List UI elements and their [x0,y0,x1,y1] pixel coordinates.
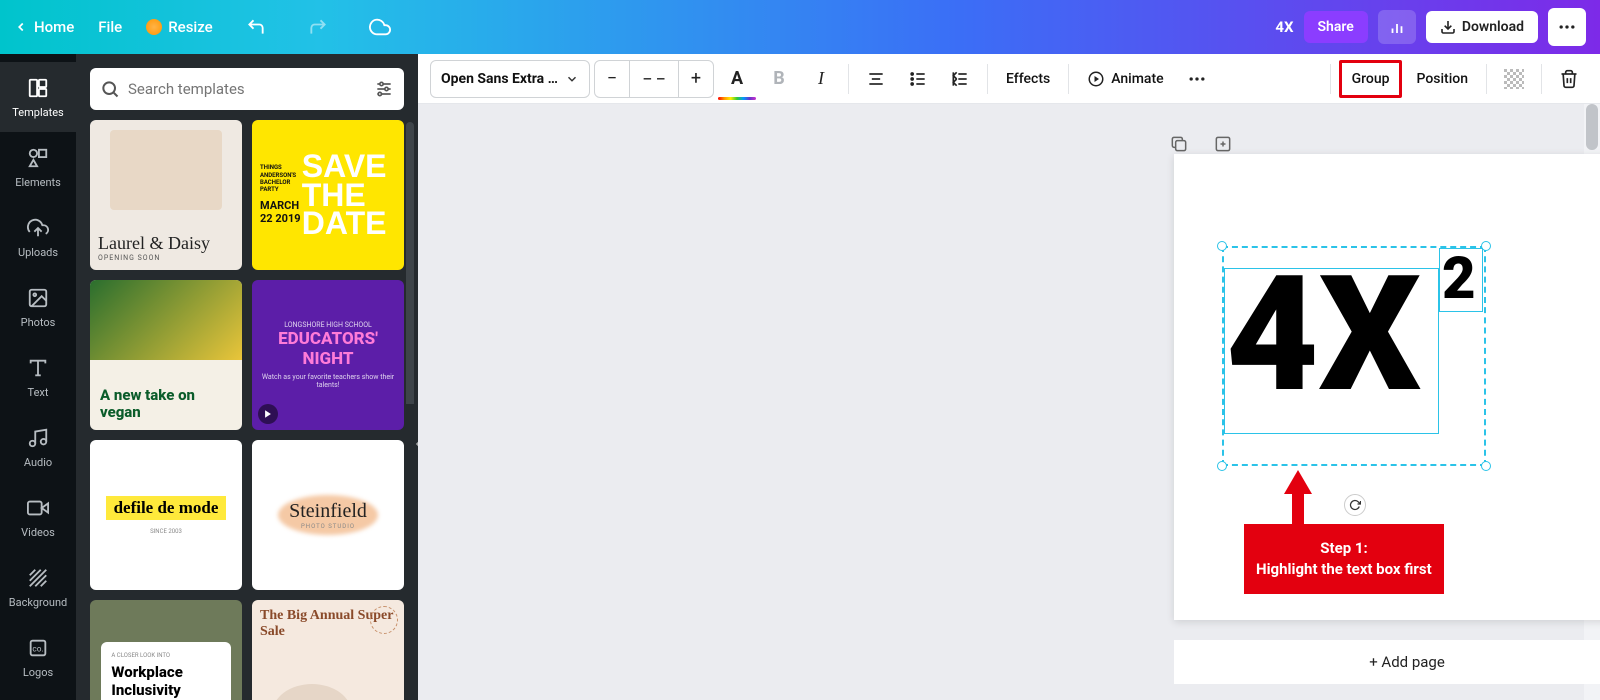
topbar-left: Home File Resize [14,8,399,46]
animate-icon [1087,70,1105,88]
templates-icon [26,76,50,100]
rail-photos[interactable]: Photos [0,272,76,342]
add-page-bar[interactable]: + Add page [1174,640,1600,684]
canvas-super-text[interactable]: 2 [1442,250,1476,308]
photos-icon [26,286,50,310]
sparkle-icon [146,19,162,35]
text-color-button[interactable]: A [718,60,756,98]
background-icon [26,566,50,590]
scrollbar-thumb[interactable] [1586,104,1598,150]
more-menu-button[interactable] [1548,8,1586,46]
list-button[interactable] [899,60,937,98]
text-icon [26,356,50,380]
panel-scrollbar[interactable] [406,122,414,422]
template-card[interactable]: A CLOSER LOOK INTO Workplace Inclusivity [90,600,242,700]
top-bar: Home File Resize 4X Share Download [0,0,1600,54]
download-icon [1440,19,1456,35]
spacing-button[interactable] [941,60,979,98]
delete-button[interactable] [1550,60,1588,98]
separator [987,64,988,94]
rainbow-underline [718,97,756,100]
selection-handle[interactable] [1217,461,1227,471]
rail-elements[interactable]: Elements [0,132,76,202]
canvas-area[interactable]: 4X 2 Step 1: Highlight the text box firs… [418,104,1600,700]
canvas-main-text[interactable]: 4X [1226,254,1421,416]
videos-icon [26,496,50,520]
insights-button[interactable] [1378,10,1416,44]
add-page-button[interactable] [1211,132,1235,156]
template-grid[interactable]: Laurel & Daisy OPENING SOON THINGS ANDER… [76,120,418,700]
template-card[interactable]: The Big Annual Super Sale [252,600,404,700]
rail-audio[interactable]: Audio [0,412,76,482]
font-size-increase[interactable]: + [679,61,713,97]
rail-logos[interactable]: co. Logos [0,622,76,692]
search-icon [100,79,120,99]
home-button[interactable]: Home [14,18,74,36]
left-rail: Templates Elements Uploads Photos Text A… [0,54,76,700]
search-box[interactable] [90,68,404,110]
logos-icon: co. [26,636,50,660]
position-button[interactable]: Position [1406,60,1478,98]
font-size-decrease[interactable]: − [595,61,629,97]
font-family-select[interactable]: Open Sans Extra … [430,60,590,98]
topbar-right: 4X Share Download [1275,8,1586,46]
separator [1330,64,1331,94]
rail-templates[interactable]: Templates [0,62,76,132]
effects-button[interactable]: Effects [996,60,1060,98]
template-card[interactable]: THINGS ANDERSON'S BACHELOR PARTY MARCH 2… [252,120,404,270]
rotate-handle[interactable] [1344,494,1366,516]
download-button[interactable]: Download [1426,11,1538,43]
audio-icon [26,426,50,450]
chevron-down-icon [565,72,579,86]
template-card[interactable]: defile de mode SINCE 2003 [90,440,242,590]
filter-icon[interactable] [374,79,394,99]
separator [1541,64,1542,94]
template-card[interactable]: A new take on vegan [90,280,242,430]
bar-chart-icon [1388,18,1406,36]
font-size-stepper: − – – + [594,60,714,98]
separator [1486,64,1487,94]
transparency-button[interactable] [1495,60,1533,98]
zoom-indicator[interactable]: 4X [1275,18,1293,36]
italic-button[interactable]: I [802,60,840,98]
template-card[interactable]: Steinfield PHOTO STUDIO [252,440,404,590]
undo-button[interactable] [237,8,275,46]
selection-handle[interactable] [1481,461,1491,471]
font-size-value[interactable]: – – [629,61,679,97]
rail-text[interactable]: Text [0,342,76,412]
templates-panel: Laurel & Daisy OPENING SOON THINGS ANDER… [76,54,418,700]
separator [1068,64,1069,94]
annotation-step1: Step 1: Highlight the text box first [1244,524,1444,594]
cloud-sync-icon[interactable] [361,8,399,46]
elements-icon [26,146,50,170]
resize-button[interactable]: Resize [146,18,212,36]
template-card[interactable]: Laurel & Daisy OPENING SOON [90,120,242,270]
search-wrap [76,54,418,120]
rail-background[interactable]: Background [0,552,76,622]
editor-toolbar: Open Sans Extra … − – – + A B I Effects … [418,54,1600,104]
search-input[interactable] [128,80,366,98]
play-icon [258,404,278,424]
rail-uploads[interactable]: Uploads [0,202,76,272]
page-controls [1167,132,1235,156]
duplicate-page-button[interactable] [1167,132,1191,156]
uploads-icon [26,216,50,240]
group-button[interactable]: Group [1339,60,1403,98]
chevron-left-icon [14,20,28,34]
redo-button[interactable] [299,8,337,46]
home-label: Home [34,18,74,36]
bold-button[interactable]: B [760,60,798,98]
svg-text:co.: co. [32,644,43,654]
align-button[interactable] [857,60,895,98]
file-menu[interactable]: File [98,18,122,36]
share-button[interactable]: Share [1304,11,1368,43]
separator [848,64,849,94]
toolbar-right: Group Position [1326,60,1588,98]
animate-button[interactable]: Animate [1077,60,1173,98]
more-options-button[interactable] [1178,60,1216,98]
template-card[interactable]: LONGSHORE HIGH SCHOOL EDUCATORS' NIGHT W… [252,280,404,430]
rail-videos[interactable]: Videos [0,482,76,552]
